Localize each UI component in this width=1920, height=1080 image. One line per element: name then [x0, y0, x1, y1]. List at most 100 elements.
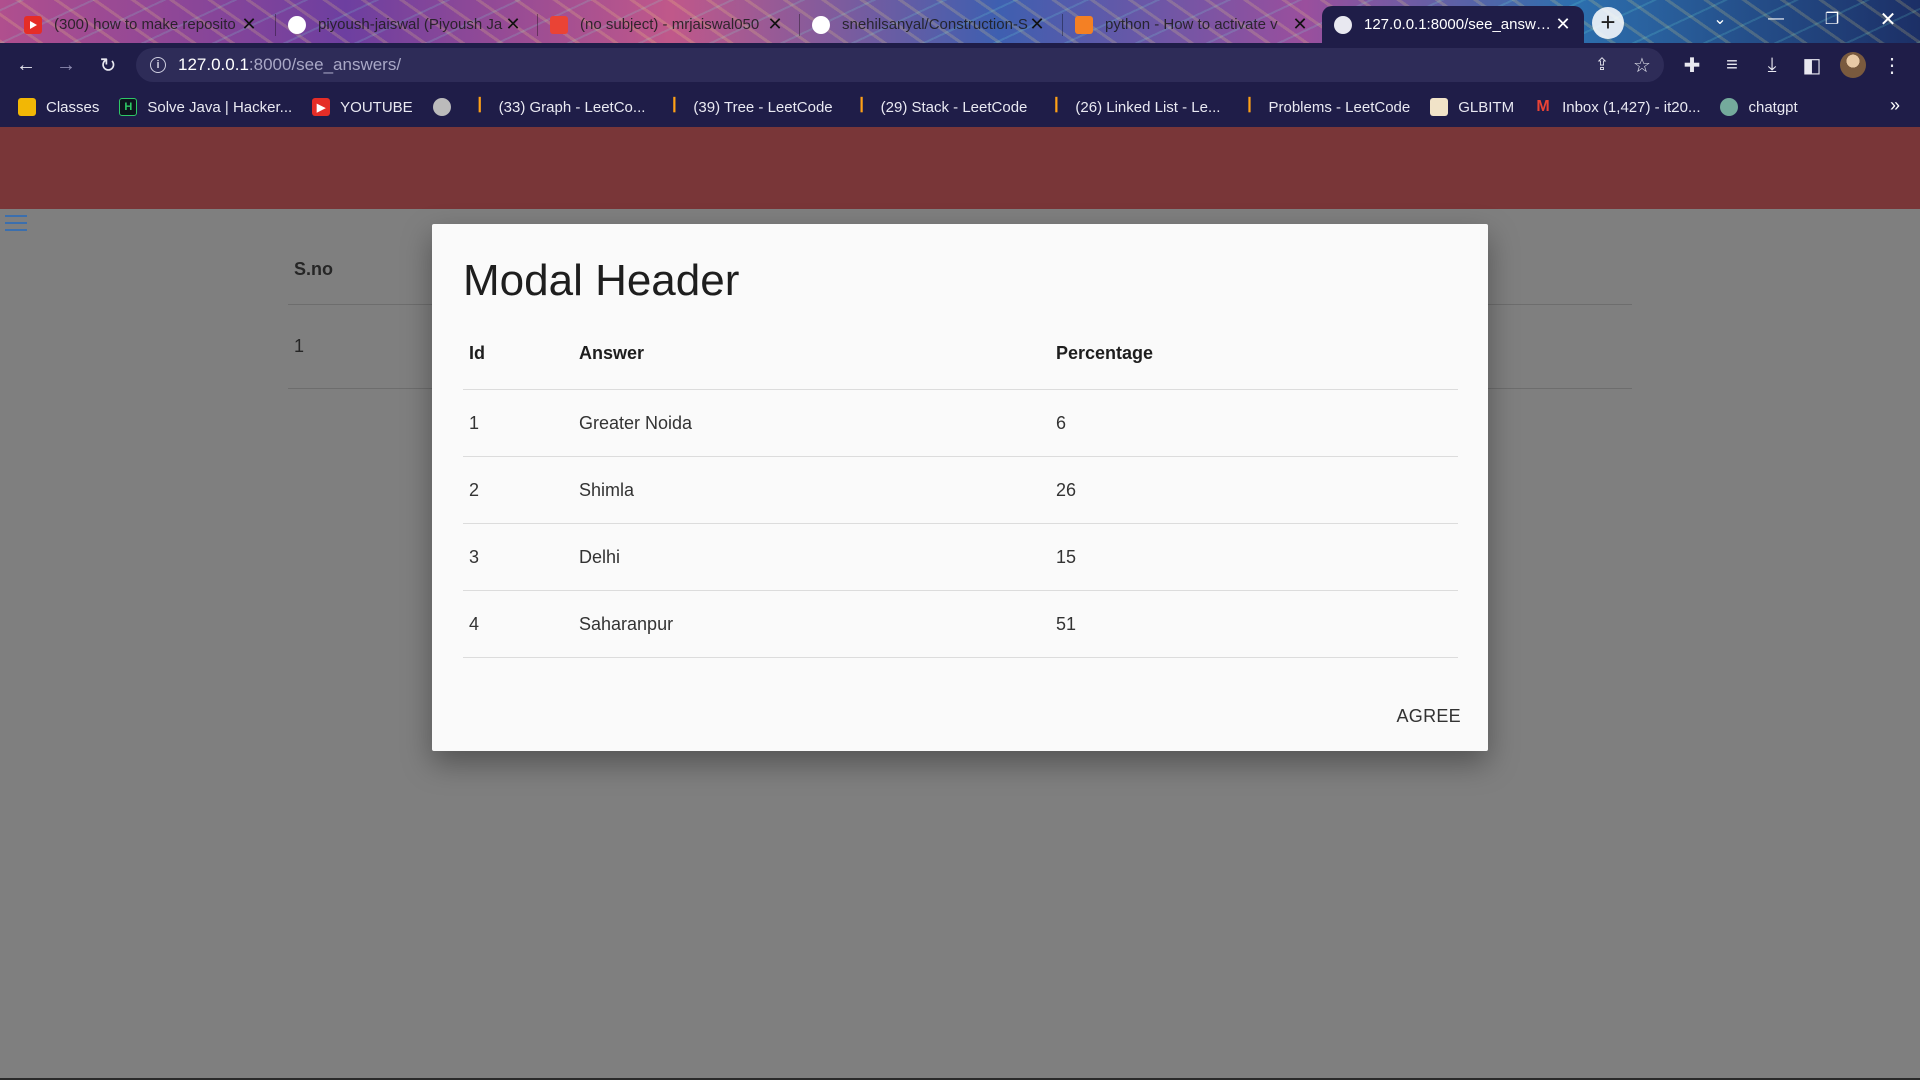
back-arrow-icon[interactable]: ← — [12, 51, 40, 79]
table-cell: 1 — [294, 336, 305, 356]
bookmark-label: Classes — [46, 98, 100, 116]
agree-button[interactable]: AGREE — [1396, 706, 1461, 727]
bookmark-gmail-inbox[interactable]: M Inbox (1,427) - it20... — [1534, 98, 1700, 116]
leetcode-icon: ꟾ — [477, 99, 483, 116]
bookmark-glbitm[interactable]: GLBITM — [1430, 98, 1514, 116]
bookmark-globe[interactable] — [432, 98, 451, 116]
globe-icon — [432, 98, 451, 116]
cell-percentage: 6 — [1056, 412, 1067, 433]
cell-percentage: 51 — [1056, 613, 1077, 634]
table-row: 4 Saharanpur 51 — [463, 591, 1458, 658]
answers-table: Id Answer Percentage 1 Greater Noida 6 2… — [463, 318, 1458, 658]
hackerrank-icon: H — [119, 98, 138, 116]
bookmark-leetcode-problems[interactable]: ꟾ Problems - LeetCode — [1240, 98, 1410, 117]
tab-title: (300) how to make reposito — [54, 16, 236, 33]
classroom-icon — [18, 98, 36, 116]
close-icon[interactable]: ✕ — [504, 14, 522, 34]
cell-percentage: 26 — [1056, 479, 1077, 500]
leetcode-icon: ꟾ — [1247, 99, 1252, 116]
tab-search-icon[interactable]: ⌄ — [1692, 0, 1748, 38]
forward-arrow-icon[interactable]: → — [52, 51, 80, 79]
bookmark-label: (39) Tree - LeetCode — [693, 98, 833, 116]
reload-icon[interactable]: ↻ — [94, 51, 122, 79]
share-icon[interactable]: ⇪ — [1588, 51, 1616, 79]
bookmark-leetcode-graph[interactable]: ꟾ (33) Graph - LeetCo... — [471, 98, 646, 117]
column-header-percentage: Percentage — [1056, 343, 1154, 363]
side-panel-icon[interactable]: ◧ — [1798, 51, 1826, 79]
bookmark-label: Inbox (1,427) - it20... — [1562, 98, 1701, 116]
tab-title: python - How to activate v — [1105, 16, 1278, 33]
cell-id: 1 — [469, 412, 480, 433]
menu-kebab-icon[interactable]: ⋮ — [1878, 51, 1906, 79]
profile-avatar[interactable] — [1840, 52, 1866, 78]
youtube-icon — [24, 15, 42, 34]
bookmark-label: (26) Linked List - Le... — [1075, 98, 1221, 116]
bookmark-classes[interactable]: Classes — [18, 98, 99, 116]
tab-title: (no subject) - mrjaiswal050 — [580, 16, 760, 33]
bookmark-label: YOUTUBE — [340, 98, 413, 116]
leetcode-icon: ꟾ — [1054, 99, 1059, 116]
leetcode-icon: ꟾ — [859, 99, 865, 116]
cell-answer: Delhi — [579, 546, 621, 567]
stackoverflow-icon — [1075, 15, 1093, 34]
cell-id: 3 — [469, 546, 480, 567]
close-window-button[interactable]: ✕ — [1860, 0, 1916, 38]
github-icon — [812, 15, 830, 34]
gmail-icon: M — [1536, 98, 1550, 115]
tab-gmail[interactable]: (no subject) - mrjaiswal050 ✕ — [538, 6, 796, 43]
bookmark-youtube[interactable]: ▶ YOUTUBE — [312, 98, 413, 116]
hamburger-menu-icon[interactable] — [5, 215, 27, 231]
tab-title: 127.0.0.1:8000/see_answers — [1364, 16, 1554, 33]
bookmark-chatgpt[interactable]: chatgpt — [1720, 98, 1798, 116]
site-info-icon[interactable]: i — [150, 57, 166, 73]
url-path: :8000/see_answers/ — [248, 55, 402, 74]
chatgpt-icon — [1720, 98, 1739, 116]
bookmark-label: (29) Stack - LeetCode — [880, 98, 1028, 116]
bookmark-leetcode-stack[interactable]: ꟾ (29) Stack - LeetCode — [853, 98, 1028, 117]
answers-modal: Modal Header Id Answer Percentage 1 Grea… — [432, 224, 1488, 751]
close-icon[interactable]: ✕ — [240, 14, 258, 34]
media-queue-icon[interactable]: ≡ — [1718, 51, 1746, 79]
table-header-row: Id Answer Percentage — [463, 318, 1458, 390]
close-icon[interactable]: ✕ — [1028, 14, 1046, 34]
bookmark-leetcode-linked-list[interactable]: ꟾ (26) Linked List - Le... — [1047, 98, 1221, 117]
more-bookmarks-icon[interactable]: » — [1890, 95, 1900, 116]
extensions-icon[interactable]: ✚ — [1678, 51, 1706, 79]
tab-youtube[interactable]: (300) how to make reposito ✕ — [12, 6, 270, 43]
tab-title: snehilsanyal/Construction-S — [842, 16, 1028, 33]
bookmark-star-icon[interactable]: ☆ — [1628, 51, 1656, 79]
column-header-id: Id — [469, 343, 485, 363]
modal-title: Modal Header — [463, 256, 740, 305]
bookmark-leetcode-tree[interactable]: ꟾ (39) Tree - LeetCode — [665, 98, 833, 117]
minimize-button[interactable]: — — [1748, 0, 1804, 38]
youtube-icon: ▶ — [312, 98, 331, 116]
bookmark-label: chatgpt — [1748, 98, 1798, 116]
download-icon[interactable]: ⤓ — [1758, 51, 1786, 79]
close-icon[interactable]: ✕ — [1291, 14, 1309, 34]
tab-strip: (300) how to make reposito ✕ piyoush-jai… — [0, 0, 1920, 43]
address-bar[interactable]: i 127.0.0.1:8000/see_answers/ — [136, 48, 1664, 82]
leetcode-icon: ꟾ — [672, 99, 677, 116]
bookmark-hackerrank[interactable]: H Solve Java | Hacker... — [119, 98, 292, 116]
close-icon[interactable]: ✕ — [766, 14, 784, 34]
table-row: 2 Shimla 26 — [463, 457, 1458, 524]
url-host: 127.0.0.1 — [178, 55, 249, 74]
github-icon — [288, 15, 306, 34]
globe-icon — [1334, 15, 1352, 34]
tab-github-profile[interactable]: piyoush-jaiswal (Piyoush Ja ✕ — [276, 6, 534, 43]
cell-answer: Greater Noida — [579, 412, 693, 433]
bookmarks-bar: Classes H Solve Java | Hacker... ▶ YOUTU… — [0, 87, 1920, 127]
cell-id: 4 — [469, 613, 480, 634]
bookmark-label: (33) Graph - LeetCo... — [498, 98, 646, 116]
tab-title: piyoush-jaiswal (Piyoush Ja — [318, 16, 503, 33]
glbitm-icon — [1430, 98, 1449, 116]
restore-button[interactable]: ❐ — [1804, 0, 1860, 38]
tab-see-answers[interactable]: 127.0.0.1:8000/see_answers ✕ — [1322, 6, 1584, 43]
tab-stackoverflow[interactable]: python - How to activate v ✕ — [1063, 6, 1321, 43]
bookmark-label: Solve Java | Hacker... — [147, 98, 293, 116]
column-header-answer: Answer — [579, 343, 645, 363]
tab-github-repo[interactable]: snehilsanyal/Construction-S ✕ — [800, 6, 1058, 43]
app-header-bar — [0, 127, 1920, 209]
close-icon[interactable]: ✕ — [1554, 14, 1572, 34]
new-tab-button[interactable]: + — [1592, 7, 1624, 39]
